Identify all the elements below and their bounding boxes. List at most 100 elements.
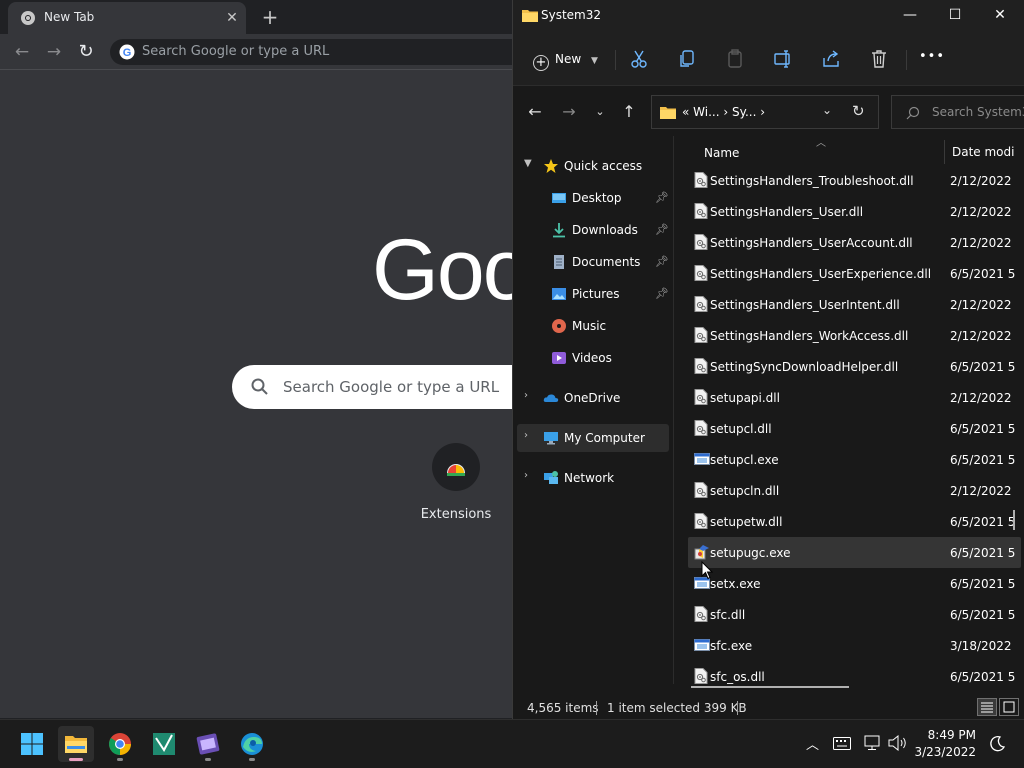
taskbar-video-editor[interactable] [190, 726, 226, 762]
sidebar-item-desktop[interactable]: Desktop 📌︎ [513, 184, 673, 212]
system-clock[interactable]: 8:49 PM 3/23/2022 [912, 727, 976, 761]
exe-file-icon [694, 637, 710, 653]
file-row[interactable]: setupugc.exe 6/5/2021 5 [688, 537, 1021, 568]
clock-time: 8:49 PM [927, 728, 976, 742]
sidebar-item-documents[interactable]: Documents 📌︎ [513, 248, 673, 276]
document-icon [554, 255, 564, 269]
back-arrow-icon[interactable]: ← [10, 40, 34, 64]
shortcut-extensions[interactable]: Extensions [410, 443, 502, 522]
file-row[interactable]: SettingsHandlers_UserAccount.dll 2/12/202… [688, 227, 1021, 258]
address-bar[interactable]: « Wi... › Sy... › ⌄ ↻ [651, 95, 879, 129]
file-name: SettingsHandlers_WorkAccess.dll [710, 329, 909, 343]
sidebar-item-pictures[interactable]: Pictures 📌︎ [513, 280, 673, 308]
taskbar-edge[interactable] [234, 726, 270, 762]
file-row[interactable]: setupcln.dll 2/12/2022 [688, 475, 1021, 506]
file-name: SettingsHandlers_UserIntent.dll [710, 298, 900, 312]
forward-arrow-icon[interactable]: → [42, 40, 66, 64]
search-icon [251, 378, 268, 395]
taskbar-chrome[interactable] [102, 726, 138, 762]
column-header-date[interactable]: Date modi [944, 140, 1014, 164]
delete-icon[interactable] [868, 48, 890, 70]
taskbar-file-explorer[interactable] [58, 726, 94, 762]
keyboard-icon[interactable] [833, 737, 851, 750]
forward-arrow-icon[interactable]: → [558, 101, 580, 123]
sidebar-item-quick-access[interactable]: ▼ Quick access [513, 152, 673, 180]
copy-icon[interactable] [676, 48, 698, 70]
network-icon [544, 471, 558, 484]
sidebar-item-downloads[interactable]: Downloads 📌︎ [513, 216, 673, 244]
minimize-button[interactable]: — [887, 0, 933, 32]
file-row[interactable]: sfc.dll 6/5/2021 5 [688, 599, 1021, 630]
file-explorer-window: System32 — ☐ ✕ + New ▼ ••• ← → ⌄ ↑ « Wi.… [512, 0, 1024, 719]
tab-new-tab[interactable]: New Tab ✕ [8, 2, 246, 34]
navigation-pane: ▼ Quick access Desktop 📌︎ Downloads 📌︎ D… [513, 136, 673, 684]
svg-text:G: G [123, 47, 132, 59]
recent-locations-chevron-icon[interactable]: ⌄ [589, 101, 611, 123]
new-button[interactable]: + New ▼ [527, 46, 604, 72]
chevron-down-icon[interactable]: ▼ [524, 158, 532, 169]
address-dropdown-icon[interactable]: ⌄ [822, 103, 832, 117]
chevron-right-icon[interactable]: › [524, 470, 528, 481]
tiles-view-icon[interactable] [999, 698, 1019, 716]
sidebar-item-music[interactable]: Music [513, 312, 673, 340]
details-view-icon[interactable] [977, 698, 997, 716]
chrome-favicon-icon [21, 11, 35, 25]
file-date-modified: 6/5/2021 5 [950, 360, 1016, 374]
new-tab-button[interactable]: + [258, 5, 282, 29]
file-row[interactable]: setx.exe 6/5/2021 5 [688, 568, 1021, 599]
refresh-icon[interactable]: ↻ [852, 102, 865, 120]
breadcrumb[interactable]: « Wi... › Sy... › [682, 105, 765, 119]
close-button[interactable]: ✕ [977, 0, 1023, 32]
more-options-icon[interactable]: ••• [919, 49, 945, 64]
file-row[interactable]: setupapi.dll 2/12/2022 [688, 382, 1021, 413]
file-row[interactable]: SettingSyncDownloadHelper.dll 6/5/2021 5 [688, 351, 1021, 382]
show-hidden-icons-chevron-icon[interactable]: ︿ [806, 734, 819, 753]
volume-icon[interactable] [888, 735, 908, 751]
notifications-moon-icon[interactable] [988, 735, 1006, 753]
network-status-icon[interactable] [864, 735, 882, 751]
chevron-right-icon[interactable]: › [524, 390, 528, 401]
reload-icon[interactable]: ↻ [74, 40, 98, 64]
share-icon[interactable] [820, 48, 842, 70]
file-row[interactable]: setupetw.dll 6/5/2021 5 [688, 506, 1021, 537]
sidebar-item-my-computer[interactable]: › My Computer [517, 424, 669, 452]
sidebar-item-label: Documents [572, 255, 641, 269]
sidebar-item-label: Desktop [572, 191, 622, 205]
up-arrow-icon[interactable]: ↑ [618, 101, 640, 123]
file-row[interactable]: SettingsHandlers_UserIntent.dll 2/12/2022 [688, 289, 1021, 320]
vertical-scrollbar[interactable] [1013, 510, 1015, 530]
chevron-right-icon[interactable]: › [524, 430, 528, 441]
sort-caret-icon: ︿ [816, 138, 826, 149]
search-input[interactable]: Search System32 [891, 95, 1024, 129]
column-header-name[interactable]: Name [704, 146, 739, 160]
horizontal-scrollbar[interactable] [691, 686, 849, 688]
sidebar-item-label: OneDrive [564, 391, 621, 405]
back-arrow-icon[interactable]: ← [524, 101, 546, 123]
sidebar-item-onedrive[interactable]: › OneDrive [513, 384, 673, 412]
file-row[interactable]: setupcl.dll 6/5/2021 5 [688, 413, 1021, 444]
file-row[interactable]: SettingsHandlers_Troubleshoot.dll 2/12/20… [688, 165, 1021, 196]
file-row[interactable]: SettingsHandlers_User.dll 2/12/2022 [688, 196, 1021, 227]
sidebar-item-network[interactable]: › Network [513, 464, 673, 492]
pin-icon: 📌︎ [655, 223, 669, 236]
explorer-title-bar[interactable]: System32 — ☐ ✕ [513, 0, 1024, 32]
dll-file-icon [694, 203, 708, 219]
tab-title: New Tab [44, 10, 95, 24]
file-row[interactable]: SettingsHandlers_UserExperience.dll 6/5/2… [688, 258, 1021, 289]
cut-icon[interactable] [628, 48, 650, 70]
omnibox[interactable]: G Search Google or type a URL [110, 39, 530, 65]
file-row[interactable]: sfc_os.dll 6/5/2021 5 [688, 661, 1021, 684]
file-row[interactable]: sfc.exe 3/18/2022 [688, 630, 1021, 661]
file-row[interactable]: setupcl.exe 6/5/2021 5 [688, 444, 1021, 475]
pin-icon: 📌︎ [655, 191, 669, 204]
sidebar-item-videos[interactable]: Videos [513, 344, 673, 372]
new-label: New [555, 52, 582, 66]
file-row[interactable]: SettingsHandlers_WorkAccess.dll 2/12/2022 [688, 320, 1021, 351]
taskbar-visual-studio[interactable] [146, 726, 182, 762]
maximize-button[interactable]: ☐ [932, 0, 978, 32]
search-icon [906, 106, 920, 120]
start-button[interactable] [14, 726, 50, 762]
tab-close-icon[interactable]: ✕ [222, 8, 242, 28]
rename-icon[interactable] [772, 48, 794, 70]
dll-file-icon [694, 482, 708, 498]
